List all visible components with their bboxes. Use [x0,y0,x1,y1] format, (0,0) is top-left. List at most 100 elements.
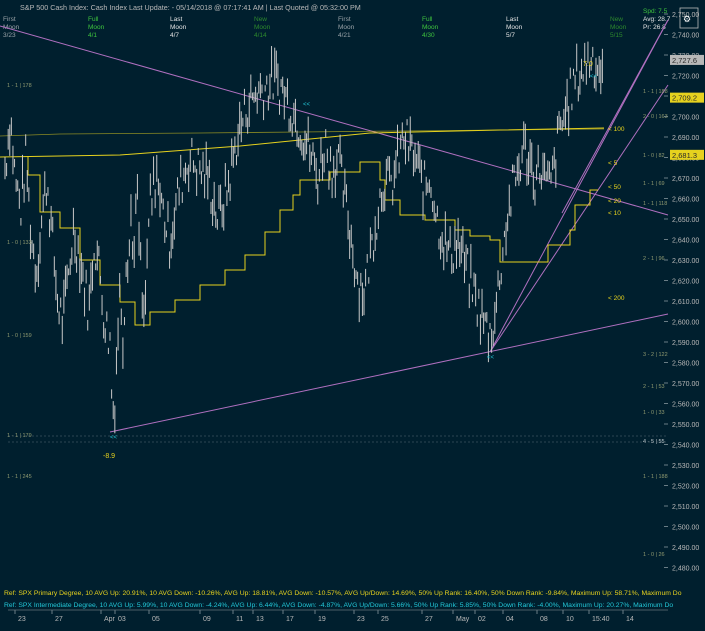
moving-average-label: < 5 [608,160,618,167]
y-tick-label: 2,520.00 [672,484,699,491]
level-label-right: 1 - 0 | 82 [643,153,665,159]
x-tick-label: 09 [203,616,211,623]
moon-phase-label: New [254,16,267,23]
price-label: 2,727.6 [672,56,697,65]
x-tick-label: 15:40 [592,616,610,623]
moving-average-label: < 10 [608,210,621,217]
trendline [489,19,669,353]
x-tick-label: 27 [425,616,433,623]
moving-average-label: < 20 [608,198,621,205]
moon-phase-label: Moon [338,24,355,31]
pivot-marker: << [303,102,311,108]
level-label-right: 2 - 1 | 96 [643,256,665,262]
moon-phase-date: 4/14 [254,32,267,39]
pivot-marker: << [590,74,598,80]
moon-phase-label: First [3,16,16,23]
x-tick-label: 11 [236,616,243,623]
y-tick-label: 2,490.00 [672,545,699,552]
level-label-right: 2 - 1 | 53 [643,384,665,390]
level-label-right: 1 - 1 | 188 [643,89,668,95]
y-tick-label: 2,510.00 [672,504,699,511]
moon-phase-date: 4/21 [338,32,351,39]
moon-phase-label: Moon [254,24,271,31]
level-label-left: 1 - 0 | 133 [7,240,32,246]
y-tick-label: 2,560.00 [672,402,699,409]
y-tick-label: 2,550.00 [672,422,699,429]
y-tick-label: 2,660.00 [672,197,699,204]
y-tick-label: 2,650.00 [672,217,699,224]
level-label-left: 1 - 1 | 178 [7,83,32,89]
y-tick-label: 2,620.00 [672,279,699,286]
x-tick-label: 05 [152,616,160,623]
y-tick-label: 2,500.00 [672,525,699,532]
price-label: 2,681.3 [672,151,697,160]
level-label-right: 3 - 2 | 122 [643,352,668,358]
y-tick-label: 2,530.00 [672,463,699,470]
y-tick-label: 2,610.00 [672,299,699,306]
moon-phase-date: 4/7 [170,32,179,39]
level-label-left: 1 - 1 | 245 [7,474,32,480]
y-tick-label: 2,600.00 [672,320,699,327]
moving-average-label: < 100 [608,126,625,133]
x-tick-label: Apr [104,616,116,623]
x-tick-label: 03 [118,616,126,623]
y-tick-label: 2,590.00 [672,340,699,347]
moving-average-50 [27,156,598,326]
price-chart: 2,480.00 2,490.00 2,500.00 2,510.00 2,520.00… [0,3,704,623]
level-label-right: 1 - 0 | 33 [643,410,665,416]
moon-phase-label: Moon [610,24,627,31]
level-label-right: 1 - 0 | 26 [643,552,665,558]
pivot-marker: << [487,355,495,361]
y-tick-label: 2,570.00 [672,381,699,388]
moon-phase-label: Moon [170,24,187,31]
moon-phase-label: Last [506,16,518,23]
moon-phase-label: Full [422,16,433,23]
moon-phase-date: 5/7 [506,32,515,39]
y-tick-label: 2,670.00 [672,176,699,183]
moon-phase-label: Last [170,16,182,23]
moon-phase-label: Moon [506,24,523,31]
moon-phase-label: New [610,16,623,23]
x-tick-label: 08 [540,616,548,623]
moon-phase-label: First [338,16,351,23]
level-label-right: 1 - 1 | 118 [643,201,667,207]
moon-phase-date: 4/1 [88,32,97,39]
x-tick-label: 25 [381,616,389,623]
x-tick-label: 14 [626,616,634,623]
moon-phase-label: Full [88,16,99,23]
price-label: 2,709.2 [672,94,697,103]
x-tick-label: 23 [357,616,365,623]
y-tick-label: 2,630.00 [672,258,699,265]
x-tick-label: 13 [256,616,264,623]
chart-title: S&P 500 Cash Index: Cash Index Last Upda… [20,3,361,12]
x-tick-label: May [456,616,470,623]
level-label-right: 2 - 0 | 163 [643,114,668,120]
low-annotation: -8.9 [103,453,115,460]
y-tick-label: 2,480.00 [672,566,699,573]
speed-readout: Spd: 7.5 [643,8,668,15]
y-tick-label: 2,700.00 [672,115,699,122]
level-label-left: 1 - 1 | 179 [7,433,32,439]
footer-intermediate-stats: Ref: SPX Intermediate Degree, 10 AVG Up:… [4,602,673,609]
y-tick-label: 2,720.00 [672,74,699,81]
y-tick-label: 2,640.00 [672,238,699,245]
x-tick-label: 23 [18,616,26,623]
moon-phase-label: Moon [88,24,105,31]
level-label-right: 1 - 1 | 69 [643,181,665,187]
moon-phase-label: Moon [422,24,439,31]
moving-average-label: < 200 [608,295,625,302]
moon-phase-date: 4/30 [422,32,435,39]
moon-phase-date: 3/23 [3,32,16,39]
x-tick-label: 27 [55,616,63,623]
chart-window: 2,480.00 2,490.00 2,500.00 2,510.00 2,520.00… [0,0,705,626]
y-tick-label: 2,580.00 [672,361,699,368]
trendline [0,25,669,216]
x-tick-label: 02 [478,616,486,623]
high-annotation: 7.0 [583,61,593,68]
pivot-marker: << [110,435,118,441]
trendline [489,84,669,353]
x-tick-label: 10 [566,616,574,623]
moving-average-200 [0,128,605,137]
moon-phase-date: 5/15 [610,32,623,39]
trendline [109,313,669,433]
